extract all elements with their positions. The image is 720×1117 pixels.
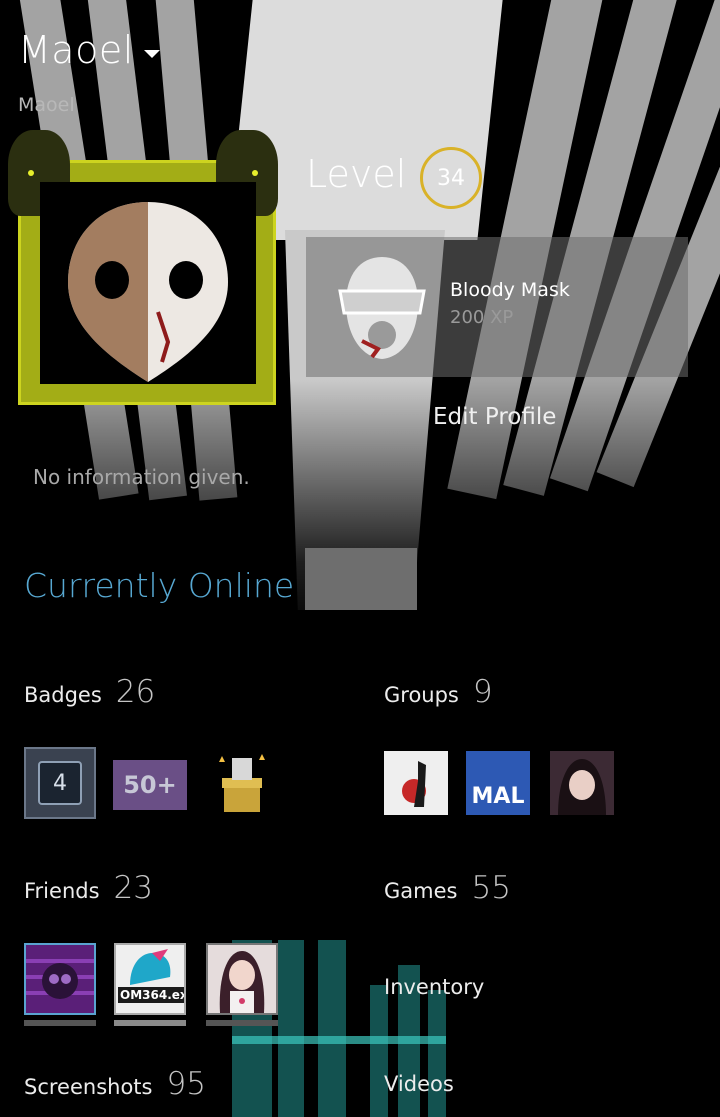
anime-girl-icon [558, 759, 606, 815]
groups-link[interactable]: Groups 9 [384, 674, 493, 710]
edit-profile-button[interactable]: Edit Profile [433, 404, 556, 430]
dragon-logo-icon [130, 949, 171, 985]
games-count: 55 [471, 870, 511, 906]
badges-count: 26 [115, 674, 156, 710]
mal-logo-icon: MAL [471, 784, 525, 809]
badges-label: Badges [24, 683, 102, 707]
anime-character-icon [219, 951, 265, 1013]
group-thumb[interactable]: MAL [466, 751, 530, 815]
friends-label: Friends [24, 879, 100, 903]
group-thumb[interactable] [384, 751, 448, 815]
videos-link[interactable]: Videos [384, 1072, 454, 1096]
screenshots-label: Screenshots [24, 1075, 153, 1099]
bg-teal-bar [278, 940, 304, 1117]
persona-name-dropdown[interactable]: Maoel [18, 28, 160, 72]
persona-name: Maoel [18, 28, 134, 72]
friend-avatar-icon [26, 959, 94, 999]
screenshots-link[interactable]: Screenshots 95 [24, 1066, 206, 1102]
games-owned-icon: 50+ [123, 771, 177, 799]
badge-thumb[interactable] [214, 752, 270, 816]
caret-down-icon [143, 50, 160, 58]
profile-summary: No information given. [33, 465, 250, 489]
friend-avatar[interactable] [206, 943, 278, 1015]
level-label: Level [306, 152, 407, 196]
badge-thumb[interactable]: 50+ [113, 760, 187, 810]
groups-label: Groups [384, 683, 459, 707]
avatar[interactable] [8, 130, 278, 405]
badge-thumb[interactable]: 4 [24, 747, 96, 819]
mask-icon [68, 202, 228, 382]
bg-teal-bar [232, 1036, 446, 1044]
friends-link[interactable]: Friends 23 [24, 870, 153, 906]
games-label: Games [384, 879, 458, 903]
friend-avatar[interactable]: OM364.exe [114, 943, 186, 1015]
level-badge[interactable]: 34 [420, 147, 482, 209]
inventory-label: Inventory [384, 975, 485, 999]
bg-teal-bar [318, 940, 346, 1117]
videos-label: Videos [384, 1072, 454, 1096]
screenshots-count: 95 [166, 1066, 206, 1102]
gas-mask-icon [338, 257, 426, 359]
real-name: Maoel [18, 94, 75, 116]
gift-box-icon [219, 754, 265, 812]
bg-teal-bar [370, 985, 388, 1117]
friend-avatar[interactable] [24, 943, 96, 1015]
avatar-stack-edge [206, 1020, 278, 1026]
avatar-stack-edge [114, 1020, 186, 1026]
group-thumb[interactable] [550, 751, 614, 815]
inventory-link[interactable]: Inventory [384, 975, 484, 999]
level-value: 34 [437, 165, 465, 191]
avatar-image [40, 182, 256, 384]
bg-teal-bar [428, 990, 446, 1117]
badges-link[interactable]: Badges 26 [24, 674, 155, 710]
games-link[interactable]: Games 55 [384, 870, 511, 906]
featured-badge-card[interactable]: Bloody Mask 200 XP [306, 237, 688, 377]
groups-count: 9 [472, 674, 493, 710]
bg-light-beam [305, 548, 417, 610]
friend-avatar-caption: OM364.exe [118, 987, 184, 1003]
featured-badge-xp: 200 XP [450, 307, 514, 328]
years-of-service-icon: 4 [38, 761, 82, 805]
featured-badge-name: Bloody Mask [450, 279, 570, 301]
online-status: Currently Online [24, 566, 295, 605]
friends-count: 23 [113, 870, 153, 906]
samurai-icon [402, 761, 426, 807]
avatar-stack-edge [24, 1020, 96, 1026]
